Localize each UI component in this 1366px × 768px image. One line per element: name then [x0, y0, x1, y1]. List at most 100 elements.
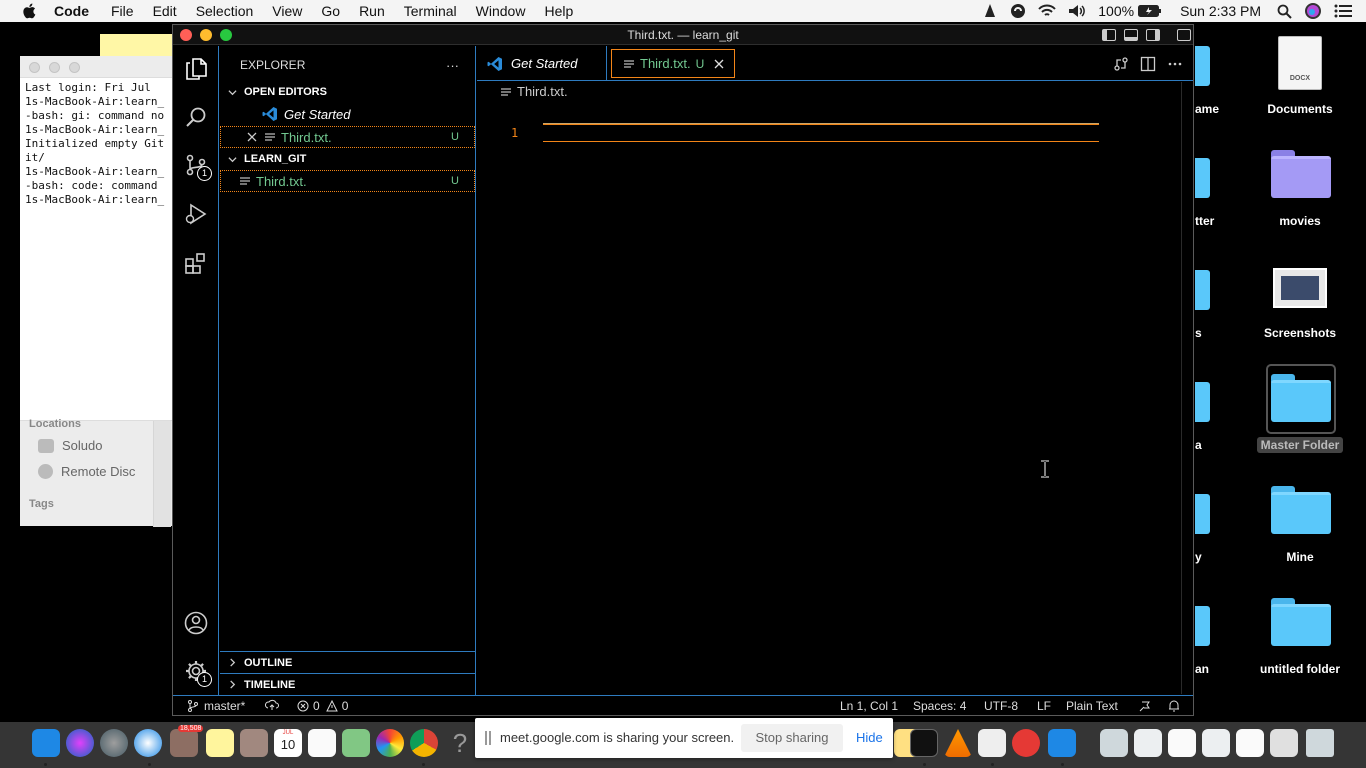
run-debug-icon[interactable] [183, 201, 209, 227]
finder-dock-icon[interactable] [32, 729, 60, 757]
battery-icon[interactable] [1138, 5, 1162, 17]
notification-center-icon[interactable] [1334, 4, 1352, 18]
siri-icon[interactable] [1304, 2, 1322, 20]
close-icon[interactable] [247, 132, 257, 142]
menu-app-name[interactable]: Code [54, 3, 89, 19]
learn-git-section-header[interactable]: LEARN_GIT [220, 148, 475, 170]
cursor-position[interactable]: Ln 1, Col 1 [840, 699, 898, 713]
terminal-minimize-button[interactable] [49, 62, 60, 73]
safari-dock-icon[interactable] [134, 729, 162, 757]
menu-go[interactable]: Go [321, 3, 340, 19]
sync-icon[interactable] [265, 699, 279, 711]
close-icon[interactable] [714, 59, 724, 69]
search-icon[interactable] [183, 104, 209, 130]
indentation[interactable]: Spaces: 4 [913, 699, 966, 713]
terminal-output[interactable]: Last login: Fri Jul 1s-MacBook-Air:learn… [25, 81, 175, 207]
reminders-dock-icon[interactable] [308, 729, 336, 757]
help-question-icon[interactable]: ? [446, 729, 474, 757]
menu-view[interactable]: View [272, 3, 302, 19]
toggle-secondary-sidebar-icon[interactable] [1146, 29, 1160, 41]
chrome-dock-icon[interactable] [410, 729, 438, 757]
finder-item-soludo[interactable]: Soludo [38, 438, 102, 453]
partial-desktop-item[interactable] [1195, 270, 1210, 310]
vscode-dock-icon[interactable] [1048, 729, 1076, 757]
photos-dock-icon[interactable] [376, 729, 404, 757]
explorer-icon[interactable] [183, 56, 209, 82]
apple-menu-icon[interactable] [20, 3, 38, 19]
editor-scrollbar[interactable] [1181, 82, 1182, 694]
wifi-icon[interactable] [1038, 4, 1056, 18]
stop-sharing-button[interactable]: Stop sharing [741, 724, 843, 752]
window-thumbnail-dock-icon[interactable] [1202, 729, 1230, 757]
notifications-bell-icon[interactable] [1168, 699, 1180, 712]
open-editors-section-header[interactable]: OPEN EDITORS [220, 81, 475, 103]
breadcrumb[interactable]: Third.txt. [501, 84, 568, 99]
split-editor-icon[interactable] [1140, 56, 1156, 72]
menu-help[interactable]: Help [544, 3, 573, 19]
document-dock-icon[interactable] [1100, 729, 1128, 757]
keyboard-viewer-dock-icon[interactable] [1270, 729, 1298, 757]
problems-indicator[interactable]: 0 0 [297, 699, 348, 713]
siri-dock-icon[interactable] [66, 729, 94, 757]
partial-desktop-item[interactable] [1195, 606, 1210, 646]
terminal-dock-icon[interactable] [910, 729, 938, 757]
menu-window[interactable]: Window [476, 3, 526, 19]
editor-text-area[interactable] [543, 124, 1099, 142]
partial-desktop-item[interactable] [1195, 382, 1210, 422]
window-thumbnail-dock-icon[interactable] [1236, 729, 1264, 757]
toggle-sidebar-icon[interactable] [1102, 29, 1116, 41]
file-item-third-txt[interactable]: Third.txt. U [220, 170, 475, 192]
terminal-title-bar[interactable] [20, 56, 180, 78]
more-actions-icon[interactable] [1167, 56, 1183, 72]
window-thumbnail-dock-icon[interactable] [1134, 729, 1162, 757]
open-editor-item-third-txt[interactable]: Third.txt. U [220, 126, 475, 148]
status-branch[interactable]: master* [187, 699, 245, 713]
accounts-icon[interactable] [183, 610, 209, 636]
window-title-bar[interactable]: Third.txt. — learn_git [173, 25, 1193, 45]
timeline-section-header[interactable]: TIMELINE [220, 673, 475, 695]
source-control-icon[interactable]: 1 [183, 152, 212, 181]
menu-run[interactable]: Run [359, 3, 385, 19]
code-editor-dock-icon[interactable] [978, 729, 1006, 757]
open-changes-icon[interactable] [1113, 56, 1129, 72]
customize-layout-icon[interactable] [1177, 29, 1191, 41]
terminal-zoom-button[interactable] [69, 62, 80, 73]
trash-dock-icon[interactable] [1306, 729, 1334, 757]
calendar-dock-icon[interactable]: JUL 10 [274, 729, 302, 757]
maps-dock-icon[interactable] [342, 729, 370, 757]
extensions-icon[interactable] [183, 250, 209, 276]
drag-handle-icon[interactable] [485, 731, 491, 745]
clock[interactable]: Sun 2:33 PM [1180, 3, 1261, 19]
menu-selection[interactable]: Selection [196, 3, 254, 19]
outline-section-header[interactable]: OUTLINE [220, 651, 475, 673]
mail-dock-icon[interactable]: 18,508 [170, 725, 204, 757]
menu-file[interactable]: File [111, 3, 134, 19]
menu-edit[interactable]: Edit [153, 3, 177, 19]
mailbox-dock-icon[interactable] [1012, 729, 1040, 757]
explorer-more-actions[interactable]: ··· [446, 58, 459, 73]
vlc-status-icon[interactable] [982, 3, 998, 19]
manage-gear-icon[interactable]: 1 [183, 658, 212, 687]
end-of-line[interactable]: LF [1037, 699, 1051, 713]
feedback-icon[interactable] [1138, 699, 1152, 713]
menu-terminal[interactable]: Terminal [404, 3, 457, 19]
tab-get-started[interactable]: Get Started [477, 46, 607, 81]
notes-dock-icon[interactable] [206, 729, 234, 757]
window-thumbnail-dock-icon[interactable] [1168, 729, 1196, 757]
finder-item-remote-disc[interactable]: Remote Disc [38, 464, 135, 479]
breadcrumb-file[interactable]: Third.txt. [517, 84, 568, 99]
toggle-panel-icon[interactable] [1124, 29, 1138, 41]
encoding[interactable]: UTF-8 [984, 699, 1018, 713]
language-mode[interactable]: Plain Text [1066, 699, 1118, 713]
open-editor-item-get-started[interactable]: Get Started [220, 103, 475, 125]
spotlight-search-icon[interactable] [1277, 4, 1292, 19]
sticky-note[interactable] [100, 34, 180, 58]
launchpad-dock-icon[interactable] [100, 729, 128, 757]
tab-third-txt[interactable]: Third.txt. U [611, 49, 735, 78]
partial-desktop-item[interactable] [1195, 158, 1210, 198]
volume-icon[interactable] [1068, 4, 1086, 18]
partial-desktop-item[interactable] [1195, 46, 1210, 86]
sync-status-icon[interactable] [1010, 3, 1026, 19]
terminal-window[interactable]: Last login: Fri Jul 1s-MacBook-Air:learn… [20, 56, 180, 422]
contacts-dock-icon[interactable] [240, 729, 268, 757]
